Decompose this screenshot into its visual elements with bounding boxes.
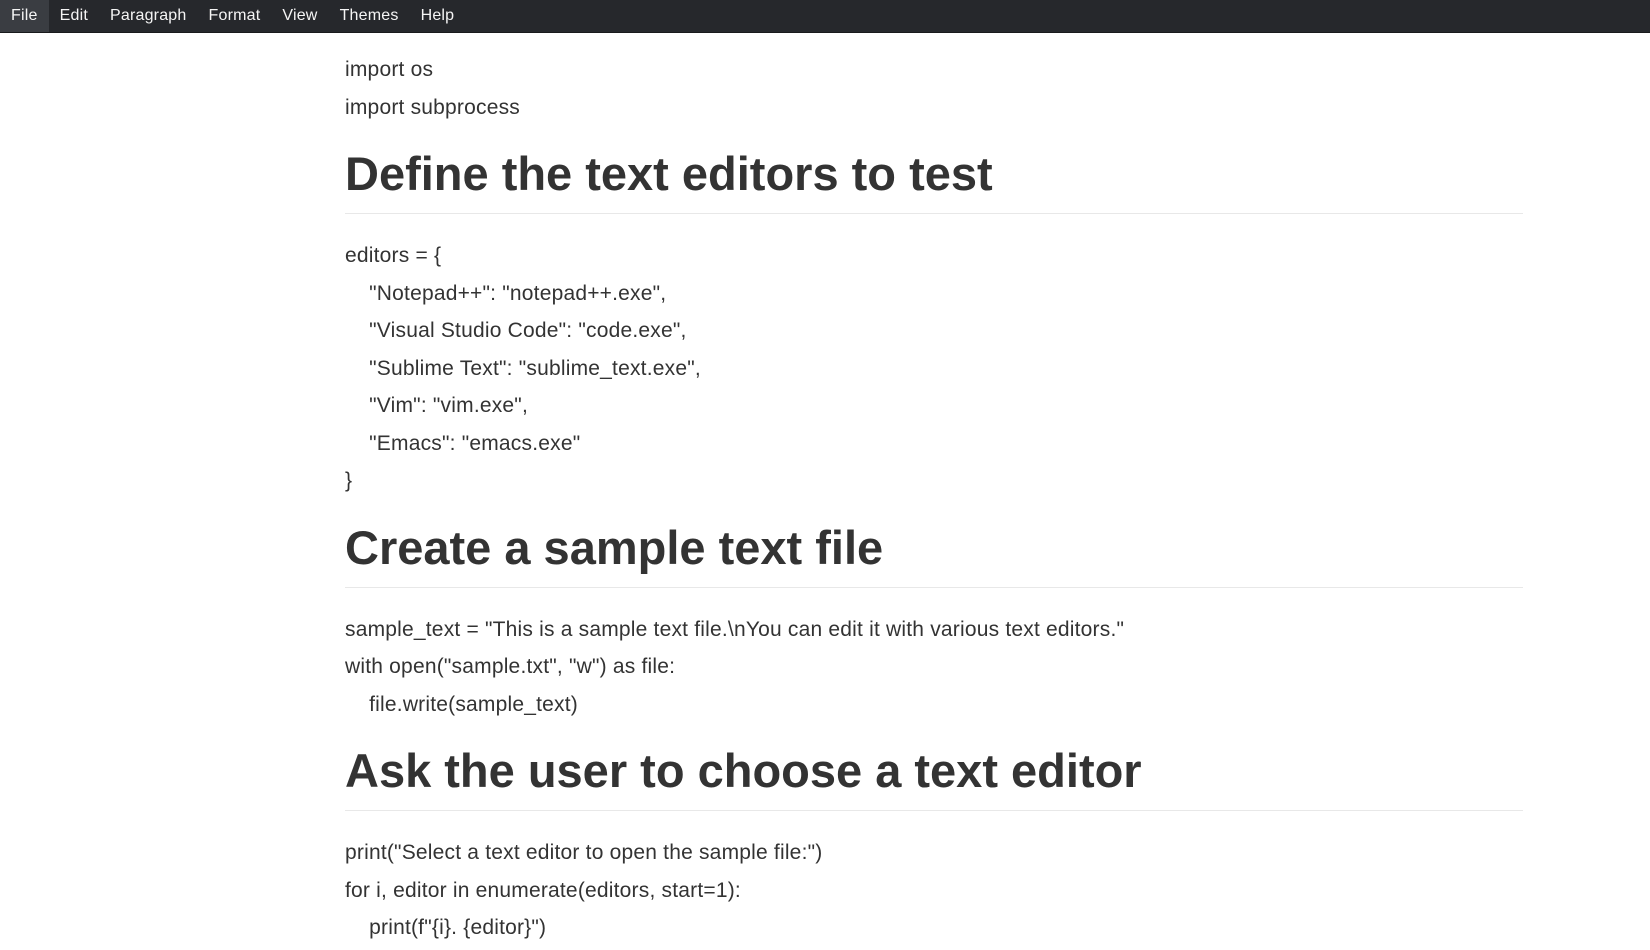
section-heading[interactable]: Define the text editors to test bbox=[345, 144, 1523, 214]
editor-surface[interactable]: import os import subprocess Define the te… bbox=[0, 33, 1650, 950]
menu-item-themes[interactable]: Themes bbox=[329, 0, 410, 32]
section-heading[interactable]: Create a sample text file bbox=[345, 518, 1523, 588]
code-paragraph[interactable]: sample_text = "This is a sample text fil… bbox=[345, 611, 1523, 724]
menu-item-paragraph[interactable]: Paragraph bbox=[99, 0, 198, 32]
menu-item-view[interactable]: View bbox=[271, 0, 328, 32]
menu-item-format[interactable]: Format bbox=[198, 0, 272, 32]
section-heading[interactable]: Ask the user to choose a text editor bbox=[345, 741, 1523, 811]
code-paragraph[interactable]: import os import subprocess bbox=[345, 51, 1523, 126]
menu-bar: FileEditParagraphFormatViewThemesHelp bbox=[0, 0, 1650, 33]
menu-item-help[interactable]: Help bbox=[410, 0, 466, 32]
menu-item-edit[interactable]: Edit bbox=[49, 0, 99, 32]
code-paragraph[interactable]: editors = { "Notepad++": "notepad++.exe"… bbox=[345, 237, 1523, 500]
menu-item-file[interactable]: File bbox=[0, 0, 49, 32]
document-content[interactable]: import os import subprocess Define the te… bbox=[345, 33, 1523, 947]
code-paragraph[interactable]: print("Select a text editor to open the … bbox=[345, 834, 1523, 947]
